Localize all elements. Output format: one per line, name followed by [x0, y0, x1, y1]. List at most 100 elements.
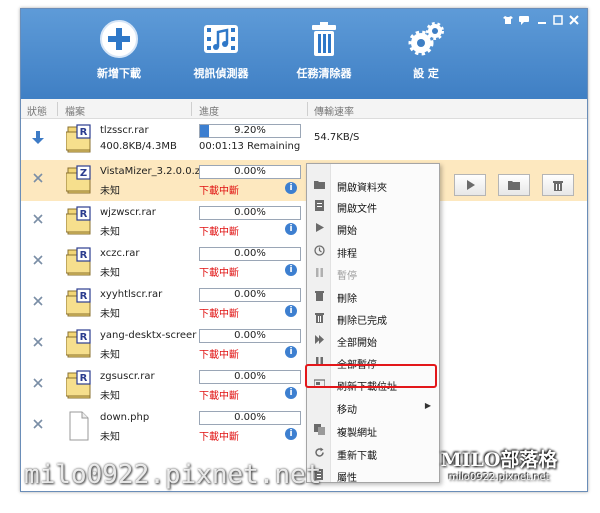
table-row[interactable]: Rzgsuscr.rar 未知 0.00% 下載中斷 i: [21, 365, 587, 406]
delete-icon: [553, 181, 563, 191]
progress-bar: 0.00%: [199, 370, 301, 384]
table-row[interactable]: Rwjzwscr.rar 未知 0.00% 下載中斷 i: [21, 201, 587, 242]
column-status[interactable]: 狀態: [27, 103, 47, 118]
play-icon: [314, 222, 325, 233]
menu-item[interactable]: 刪除已完成: [307, 308, 439, 328]
settings-label: 設 定: [413, 67, 439, 80]
remaining-time: 00:01:13 Remaining: [199, 141, 301, 152]
row-delete-button[interactable]: [542, 174, 574, 196]
column-speed[interactable]: 傳輸速率: [314, 103, 354, 118]
watermark-overlay-text: milo0922.pixnet.net: [24, 460, 322, 490]
delete-completed-icon: [314, 312, 325, 323]
rar-file-icon: R: [65, 288, 92, 318]
play-icon: [467, 180, 475, 190]
plus-circle-icon: [99, 19, 139, 59]
table-row[interactable]: Rtlzsscr.rar 400.8KB/4.3MB 9.20% 00:01:13 R…: [21, 119, 587, 160]
menu-item[interactable]: 屬性: [307, 465, 439, 485]
table-row[interactable]: Rxyyhtlscr.rar 未知 0.00% 下載中斷 i: [21, 283, 587, 324]
info-icon[interactable]: i: [285, 305, 297, 317]
document-icon: [314, 200, 325, 211]
file-size: 未知: [100, 227, 120, 238]
menu-item[interactable]: 重新下載: [307, 443, 439, 463]
menu-item[interactable]: 移动 ▶: [307, 397, 439, 417]
file-name: zgsuscr.rar: [100, 371, 155, 382]
delete-icon: [314, 290, 325, 301]
info-icon[interactable]: i: [285, 428, 297, 440]
copy-icon: [314, 424, 325, 435]
svg-text:R: R: [80, 373, 88, 384]
error-status: 下載中斷: [199, 268, 239, 279]
table-row[interactable]: down.php 未知 0.00% 下載中斷 i: [21, 406, 587, 447]
progress-bar: 9.20%: [199, 124, 301, 138]
svg-text:R: R: [80, 250, 88, 261]
minimize-icon[interactable]: [537, 15, 547, 28]
info-icon[interactable]: i: [285, 387, 297, 399]
progress-bar: 0.00%: [199, 247, 301, 261]
column-progress[interactable]: 進度: [199, 103, 219, 118]
file-size: 未知: [100, 391, 120, 402]
progress-text: 0.00%: [234, 371, 266, 382]
settings-button[interactable]: 設 定: [381, 19, 471, 81]
menu-item[interactable]: 排程: [307, 241, 439, 261]
error-status: 下載中斷: [199, 227, 239, 238]
menu-item-label: 全部開始: [337, 338, 377, 349]
row-play-button[interactable]: [454, 174, 486, 196]
error-status: 下載中斷: [199, 391, 239, 402]
file-name: VistaMizer_3.2.0.0.z: [100, 166, 200, 177]
info-icon[interactable]: i: [285, 264, 297, 276]
menu-item: 暫停: [307, 263, 439, 283]
film-music-icon: [201, 19, 241, 59]
menu-item-label: 開啟資料夾: [337, 183, 387, 194]
error-status: 下載中斷: [199, 432, 239, 443]
clock-icon: [314, 245, 325, 256]
error-status: 下載中斷: [199, 350, 239, 361]
progress-bar: 0.00%: [199, 206, 301, 220]
row-folder-button[interactable]: [498, 174, 530, 196]
menu-item-label: 開始: [337, 226, 357, 237]
progress-text: 0.00%: [234, 166, 266, 177]
column-file[interactable]: 檔案: [65, 103, 85, 118]
video-detector-button[interactable]: 視訊偵測器: [176, 19, 266, 81]
file-size: 未知: [100, 309, 120, 320]
context-menu: 開啟資料夾 開啟文件 開始 排程 暫停 刪除 刪除已完成 全部開始 全部暫停 刷新下載位址 移动 ▶ 複…: [306, 163, 440, 485]
menu-item-label: 複製網址: [337, 428, 377, 439]
file-size: 未知: [100, 268, 120, 279]
menu-item[interactable]: 開始: [307, 218, 439, 238]
progress-text: 0.00%: [234, 330, 266, 341]
rar-file-icon: R: [65, 206, 92, 236]
logo-title: MILO部落格: [440, 449, 558, 471]
file-name: xczc.rar: [100, 248, 140, 259]
menu-item[interactable]: 複製網址: [307, 420, 439, 440]
info-icon[interactable]: i: [285, 346, 297, 358]
menu-item[interactable]: 刪除: [307, 286, 439, 306]
table-row[interactable]: Rxczc.rar 未知 0.00% 下載中斷 i: [21, 242, 587, 283]
cancel-x-icon: [31, 172, 45, 186]
menu-item[interactable]: 全部開始: [307, 330, 439, 350]
table-row[interactable]: Ryang-desktx-screer 未知 0.00% 下載中斷 i: [21, 324, 587, 365]
progress-text: 9.20%: [234, 125, 266, 136]
add-download-button[interactable]: 新增下載: [74, 19, 164, 81]
rar-file-icon: R: [65, 124, 92, 154]
download-arrow-icon: [31, 131, 45, 145]
menu-item[interactable]: 開啟資料夾: [307, 175, 439, 195]
info-icon[interactable]: i: [285, 223, 297, 235]
task-cleaner-button[interactable]: 任務清除器: [279, 19, 369, 81]
zip-file-icon: Z: [65, 165, 92, 195]
close-icon[interactable]: [569, 15, 579, 28]
svg-text:Z: Z: [80, 168, 87, 179]
progress-text: 0.00%: [234, 412, 266, 423]
file-name: yang-desktx-screer: [100, 330, 197, 341]
toolbar: 新增下載 視訊偵測器 任務清除器 設 定: [21, 9, 587, 99]
cancel-x-icon: [31, 377, 45, 391]
highlight-box: [305, 364, 437, 388]
menu-item[interactable]: 開啟文件: [307, 196, 439, 216]
info-icon[interactable]: i: [285, 182, 297, 194]
shirt-icon[interactable]: [503, 15, 513, 28]
play-all-icon: [314, 334, 325, 345]
chat-icon[interactable]: [519, 15, 529, 28]
progress-text: 0.00%: [234, 289, 266, 300]
maximize-icon[interactable]: [553, 15, 563, 28]
app-window: 新增下載 視訊偵測器 任務清除器 設 定 狀態 檔案 進度 傳輸速率 R tlz…: [20, 8, 588, 492]
cancel-x-icon: [31, 254, 45, 268]
progress-bar: 0.00%: [199, 165, 301, 179]
